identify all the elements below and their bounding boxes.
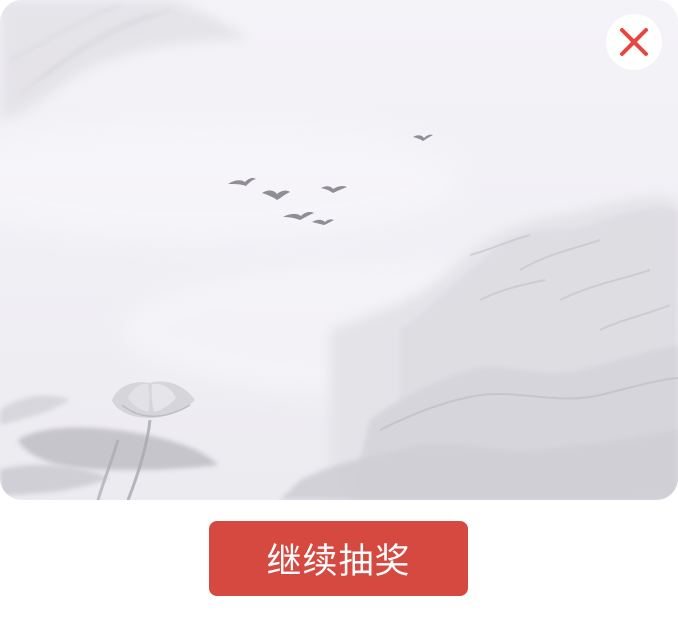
- top-left-mountain: [0, 0, 250, 120]
- lotus-group: [0, 381, 218, 500]
- close-icon: [620, 28, 648, 56]
- continue-lottery-button[interactable]: 继续抽奖: [209, 521, 468, 596]
- ink-landscape-illustration: [0, 0, 678, 500]
- close-button[interactable]: [606, 14, 662, 70]
- lottery-dialog: 继续抽奖: [0, 0, 678, 618]
- continue-lottery-label: 继续抽奖: [266, 542, 411, 582]
- right-mountains: [280, 197, 678, 500]
